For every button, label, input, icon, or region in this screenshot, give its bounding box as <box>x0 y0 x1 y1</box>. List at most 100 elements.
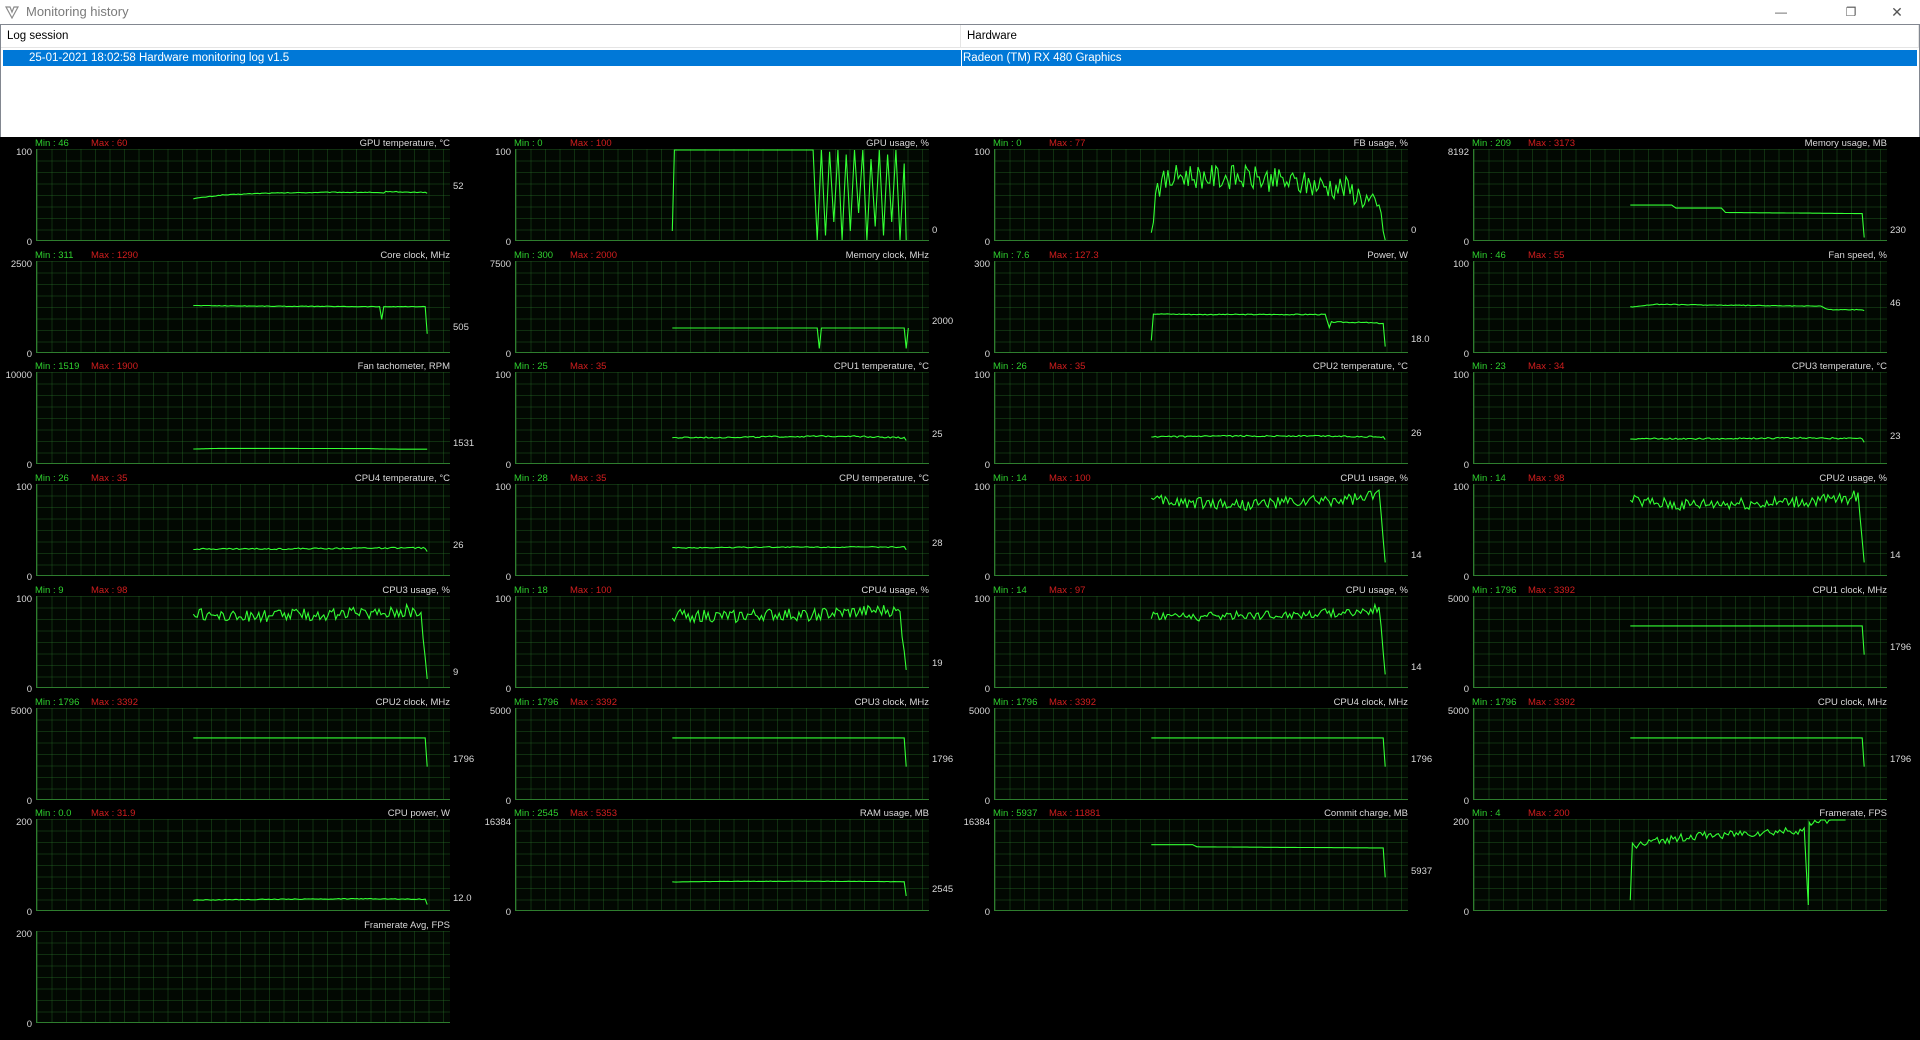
graph-series-line <box>672 546 907 551</box>
graph-ymin-label: 0 <box>984 460 990 472</box>
graph-ymax-label: 100 <box>1453 482 1469 494</box>
restore-button[interactable]: ❐ <box>1828 0 1874 24</box>
graph-panel[interactable]: Min : 2545 Max : 5353 RAM usage, MB 16384 0 2… <box>480 807 959 918</box>
graph-panel[interactable]: Min : 46 Max : 60 GPU temperature, °C 100 0 5… <box>1 137 480 248</box>
graph-title: Core clock, MHz <box>380 249 450 261</box>
graph-current-value: 1796 <box>453 754 475 766</box>
graph-panel[interactable]: Min : 1796 Max : 3392 CPU1 clock, MHz 5000 0… <box>1438 584 1917 695</box>
graph-panel[interactable]: Min : 14 Max : 97 CPU usage, % 100 0 14 <box>959 584 1438 695</box>
graph-title: Power, W <box>1367 249 1408 261</box>
graph-line-svg <box>672 880 907 897</box>
graph-panel[interactable]: Min : 25 Max : 35 CPU1 temperature, °C 100 0… <box>480 360 959 471</box>
graph-current-value: 14 <box>1411 550 1422 562</box>
graph-title: GPU temperature, °C <box>359 138 450 149</box>
graph-panel[interactable]: Min : 311 Max : 1290 Core clock, MHz 2500 0 5… <box>1 249 480 360</box>
graph-max-label: Max : 55 <box>1528 249 1565 261</box>
graph-panel[interactable]: Min : 28 Max : 35 CPU temperature, °C 100 0 2… <box>480 472 959 583</box>
graph-panel[interactable]: Framerate Avg, FPS 200 0 <box>1 919 480 1030</box>
title-bar[interactable]: Monitoring history — ❐ ✕ <box>0 0 1920 25</box>
graph-max-label: Max : 35 <box>1049 361 1086 373</box>
graph-series-line <box>672 435 907 442</box>
graph-current-value: 1796 <box>932 754 954 766</box>
graph-panel[interactable]: Min : 4 Max : 200 Framerate, FPS 200 0 <box>1438 807 1917 918</box>
graph-panel[interactable]: Min : 1796 Max : 3392 CPU3 clock, MHz 5000 0… <box>480 696 959 807</box>
graph-series-line <box>193 304 428 334</box>
graph-min-label: Min : 300 <box>514 249 554 261</box>
graph-ymax-label: 100 <box>495 370 511 382</box>
graph-min-label: Min : 25 <box>514 361 548 373</box>
graph-title: CPU2 temperature, °C <box>1312 361 1408 373</box>
graph-max-label: Max : 98 <box>1528 473 1565 485</box>
graph-current-value: 25 <box>932 428 943 440</box>
graph-current-value: 0 <box>1411 225 1417 236</box>
graph-current-value: 9 <box>453 666 459 678</box>
graph-min-label: Min : 14 <box>993 473 1027 485</box>
graph-series-line <box>193 190 428 200</box>
list-item[interactable]: 25-01-2021 18:02:58 Hardware monitoring … <box>3 50 1917 66</box>
graph-panel[interactable]: Min : 23 Max : 34 CPU3 temperature, °C 100 0… <box>1438 360 1917 471</box>
graph-min-label: Min : 23 <box>1472 361 1506 373</box>
graph-panel[interactable]: Min : 0.0 Max : 31.9 CPU power, W 200 0 12.0 <box>1 807 480 918</box>
graph-line-svg <box>671 149 907 241</box>
graph-title: Framerate, FPS <box>1819 808 1887 820</box>
graph-panel[interactable]: Min : 300 Max : 2000 Memory clock, MHz 7500… <box>480 249 959 360</box>
graph-ymax-label: 100 <box>495 147 511 158</box>
hardware-cell: Radeon (TM) RX 480 Graphics <box>963 52 1122 64</box>
graph-panel[interactable]: Min : 0 Max : 100 GPU usage, % 100 0 0 <box>480 137 959 248</box>
graph-min-label: Min : 26 <box>35 473 69 485</box>
column-header-log-session[interactable]: Log session <box>1 25 961 47</box>
graph-panel[interactable]: Min : 1796 Max : 3392 CPU2 clock, MHz 5000 0… <box>1 696 480 807</box>
graph-series-line <box>192 602 428 679</box>
graph-line-svg <box>193 898 428 905</box>
graph-current-value: 2000 <box>932 315 954 327</box>
graph-title: Commit charge, MB <box>1324 808 1408 820</box>
graph-current-value: 5937 <box>1411 865 1433 877</box>
graph-panel[interactable]: Min : 14 Max : 98 CPU2 usage, % 100 0 14 <box>1438 472 1917 583</box>
graph-panel[interactable]: Min : 14 Max : 100 CPU1 usage, % 100 0 14 <box>959 472 1438 583</box>
graph-ymax-label: 100 <box>16 593 32 605</box>
graph-ymin-label: 0 <box>26 1018 32 1030</box>
graph-min-label: Min : 0 <box>993 138 1022 149</box>
graph-current-value: 19 <box>932 657 943 669</box>
graph-ymin-label: 0 <box>1463 907 1469 919</box>
graph-panel[interactable]: Min : 9 Max : 98 CPU3 usage, % 100 0 9 <box>1 584 480 695</box>
graph-panel[interactable]: Min : 5937 Max : 11881 Commit charge, MB 16… <box>959 807 1438 918</box>
graph-line-svg <box>1630 625 1865 655</box>
graph-max-label: Max : 60 <box>91 138 128 149</box>
graph-series-line <box>672 736 907 767</box>
graph-min-label: Min : 0 <box>514 138 543 149</box>
minimize-button[interactable]: — <box>1758 0 1804 24</box>
graph-series-line <box>1151 736 1386 767</box>
graph-ymax-label: 10000 <box>5 370 32 382</box>
graph-title: CPU4 temperature, °C <box>354 473 450 485</box>
graph-panel[interactable]: Min : 26 Max : 35 CPU4 temperature, °C 100 0… <box>1 472 480 583</box>
graph-max-label: Max : 3173 <box>1528 138 1575 149</box>
graph-series-line <box>1150 163 1386 241</box>
graphs-area[interactable]: Min : 46 Max : 60 GPU temperature, °C 100 0 5… <box>0 137 1920 1040</box>
graph-panel[interactable]: Min : 26 Max : 35 CPU2 temperature, °C 100 0… <box>959 360 1438 471</box>
graph-panel[interactable]: Min : 1796 Max : 3392 CPU4 clock, MHz 5000 0… <box>959 696 1438 807</box>
graph-panel[interactable]: Min : 18 Max : 100 CPU4 usage, % 100 0 19 <box>480 584 959 695</box>
graph-title: Memory clock, MHz <box>845 249 929 261</box>
graph-panel[interactable]: Min : 7.6 Max : 127.3 Power, W 300 0 18.0 <box>959 249 1438 360</box>
log-session-list[interactable]: Log session Hardware 25-01-2021 18:02:58… <box>0 24 1920 138</box>
graph-line-svg <box>672 736 907 767</box>
graph-panel[interactable]: Min : 46 Max : 55 Fan speed, % 100 0 46 <box>1438 249 1917 360</box>
graph-title: Fan speed, % <box>1828 249 1887 261</box>
graph-panel[interactable]: Min : 0 Max : 77 FB usage, % 100 0 0 <box>959 137 1438 248</box>
graph-ymin-label: 0 <box>1463 572 1469 584</box>
graph-panel[interactable]: Min : 1519 Max : 1900 Fan tachometer, RPM 1… <box>1 360 480 471</box>
graph-title: CPU1 usage, % <box>1340 473 1408 485</box>
close-button[interactable]: ✕ <box>1874 0 1920 24</box>
graph-line-svg <box>193 448 428 451</box>
list-header: Log session Hardware <box>1 25 1919 48</box>
graph-line-svg <box>671 604 907 670</box>
column-header-hardware[interactable]: Hardware <box>961 25 1919 47</box>
graph-series-line <box>672 327 909 349</box>
graph-series-line <box>671 149 907 241</box>
graph-title: CPU2 clock, MHz <box>375 696 450 708</box>
graph-panel[interactable]: Min : 209 Max : 3173 Memory usage, MB 8192 0… <box>1438 137 1917 248</box>
graph-current-value: 12.0 <box>453 892 472 904</box>
graph-panel[interactable]: Min : 1796 Max : 3392 CPU clock, MHz 5000 0 1… <box>1438 696 1917 807</box>
graph-ymin-label: 0 <box>505 237 511 248</box>
